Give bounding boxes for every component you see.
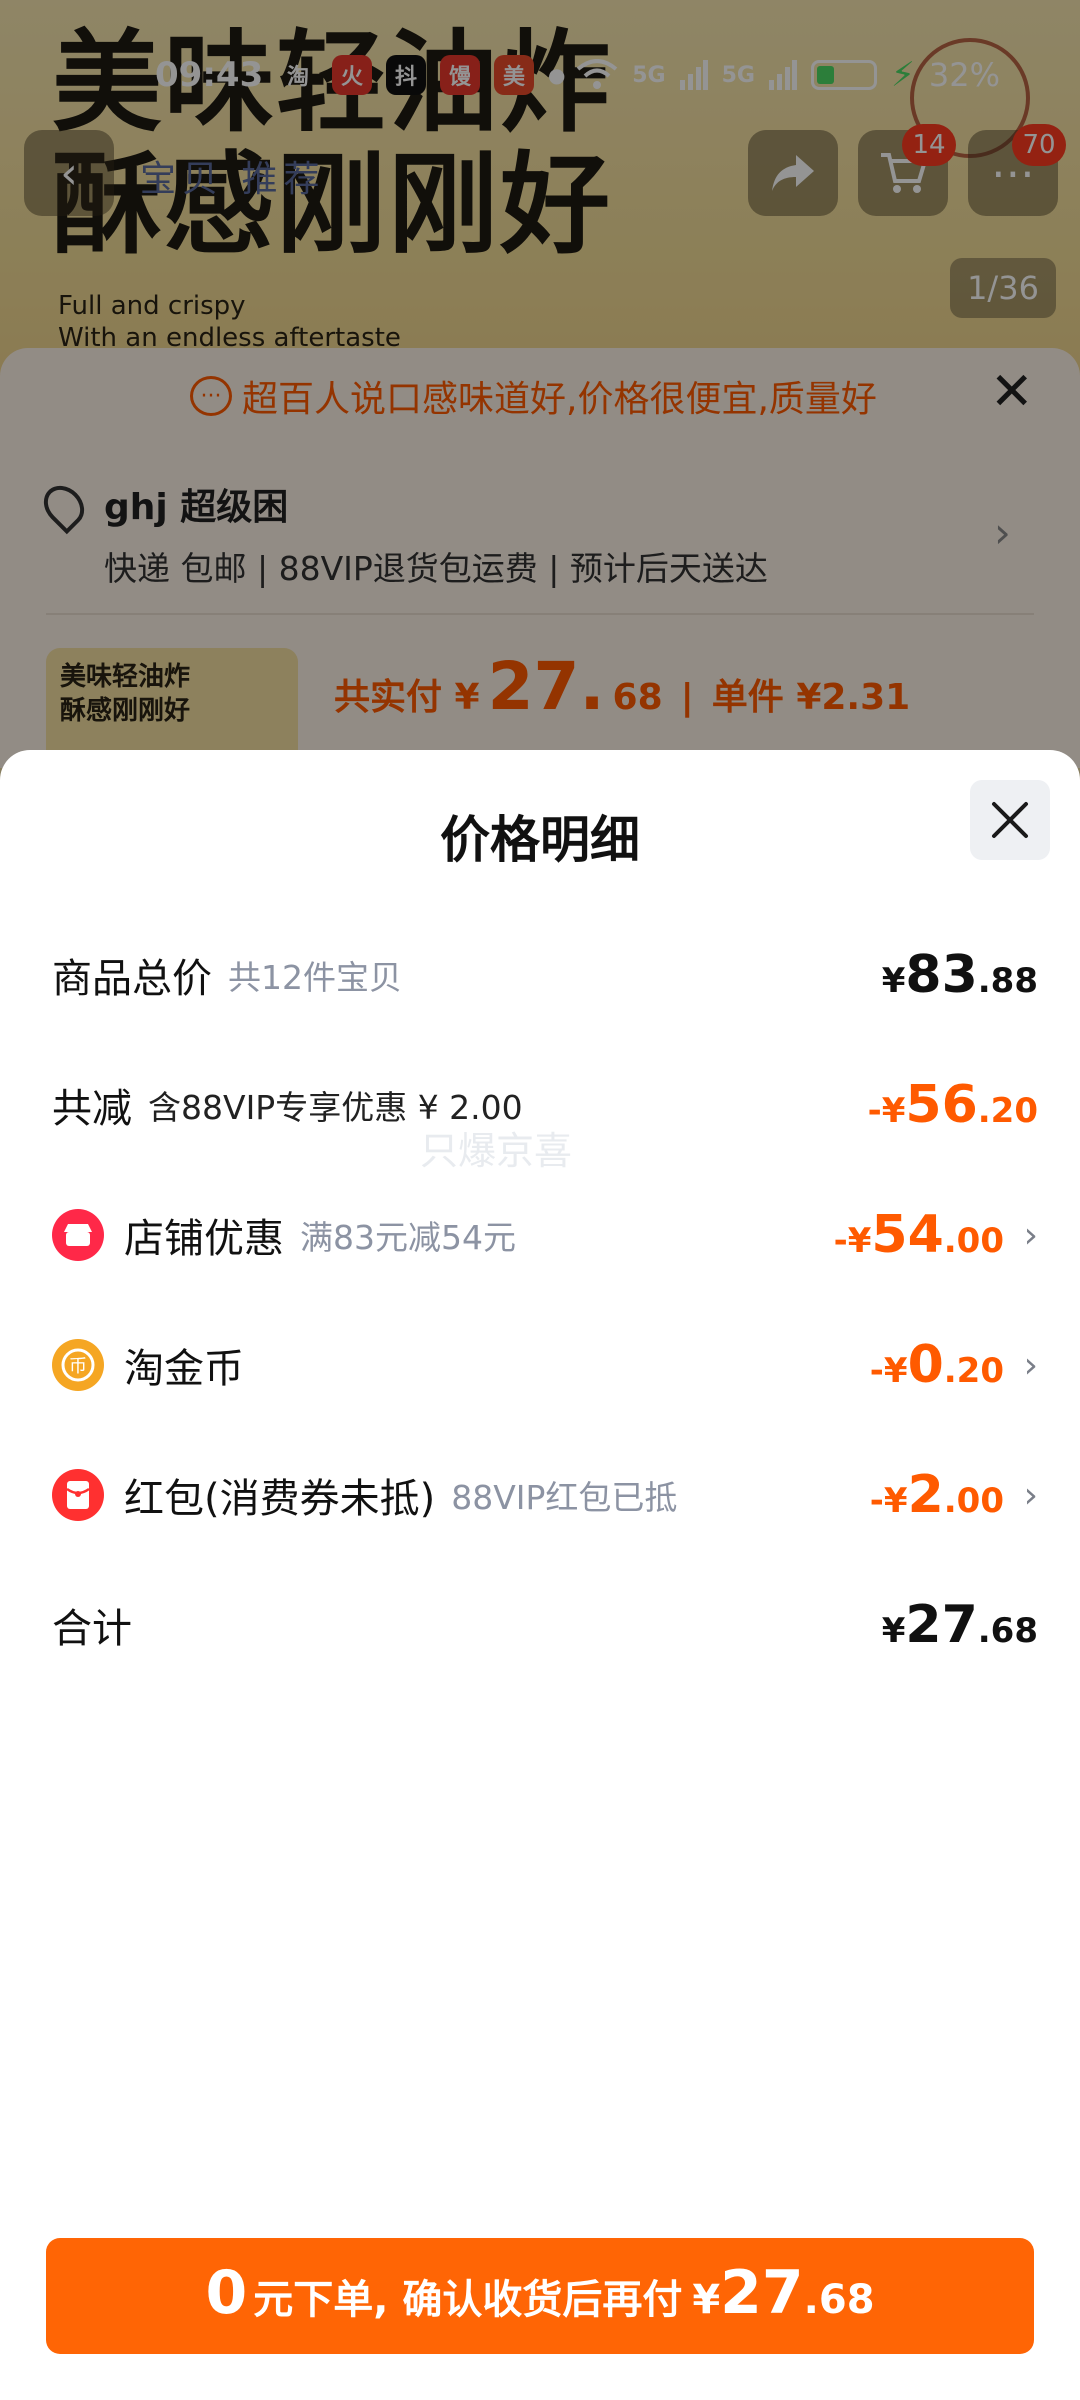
row-shop-discount[interactable]: 店铺优惠 满83元减54元 -¥ 54.00 › (52, 1200, 1038, 1270)
row-label: 商品总价 (52, 956, 212, 1002)
row-amount: -¥ 2.00 (869, 1465, 1004, 1525)
row-sub: 含88VIP专享优惠 ¥ 2.00 (148, 1088, 523, 1127)
row-sub: 88VIP红包已抵 (451, 1478, 678, 1517)
row-amount: ¥83.88 (881, 945, 1038, 1005)
svg-text:币: 币 (69, 1356, 87, 1377)
chevron-right-icon: › (1023, 1344, 1038, 1386)
sheet-title: 价格明细 (440, 811, 640, 869)
cta-amount-int: 27 (720, 2258, 804, 2328)
row-amount: -¥ 0.20 (869, 1335, 1004, 1395)
cta-currency: ¥ (692, 2277, 721, 2323)
chevron-right-icon: › (1023, 1474, 1038, 1516)
cta-text: 元下单, 确认收货后再付 (253, 2277, 683, 2323)
cta-zero: 0 (205, 2258, 248, 2328)
row-label: 共减 (52, 1086, 132, 1132)
red-packet-icon (52, 1469, 104, 1521)
close-button[interactable] (970, 780, 1050, 860)
row-taojinbi[interactable]: 币 淘金币 -¥ 0.20 › (52, 1330, 1038, 1400)
row-label: 淘金币 (124, 1346, 244, 1392)
price-detail-sheet: 价格明细 只爆京喜 商品总价 共12件宝贝 ¥83.88 共减 含88VIP专享… (0, 750, 1080, 2400)
row-red-packet[interactable]: 红包(消费券未抵) 88VIP红包已抵 -¥ 2.00 › (52, 1460, 1038, 1530)
coin-icon: 币 (52, 1339, 104, 1391)
cta-amount-dec: .68 (803, 2277, 875, 2323)
row-label: 店铺优惠 (124, 1216, 284, 1262)
row-amount: ¥27.68 (881, 1595, 1038, 1655)
chevron-right-icon: › (1023, 1214, 1038, 1256)
row-total-discount: 共减 含88VIP专享优惠 ¥ 2.00 -¥ 56.20 (52, 1070, 1038, 1140)
shop-icon (52, 1209, 104, 1261)
row-label: 合计 (52, 1606, 132, 1652)
row-amount: -¥ 56.20 (867, 1075, 1038, 1135)
close-icon (992, 802, 1028, 838)
row-grand-total: 合计 ¥27.68 (52, 1590, 1038, 1660)
row-amount: -¥ 54.00 (833, 1205, 1004, 1265)
row-sub: 满83元减54元 (300, 1218, 516, 1257)
row-sub: 共12件宝贝 (228, 958, 402, 997)
row-goods-total: 商品总价 共12件宝贝 ¥83.88 (52, 940, 1038, 1010)
row-label: 红包(消费券未抵) (124, 1476, 436, 1522)
submit-order-button[interactable]: 0 元下单, 确认收货后再付 ¥ 27 .68 (46, 2238, 1034, 2354)
